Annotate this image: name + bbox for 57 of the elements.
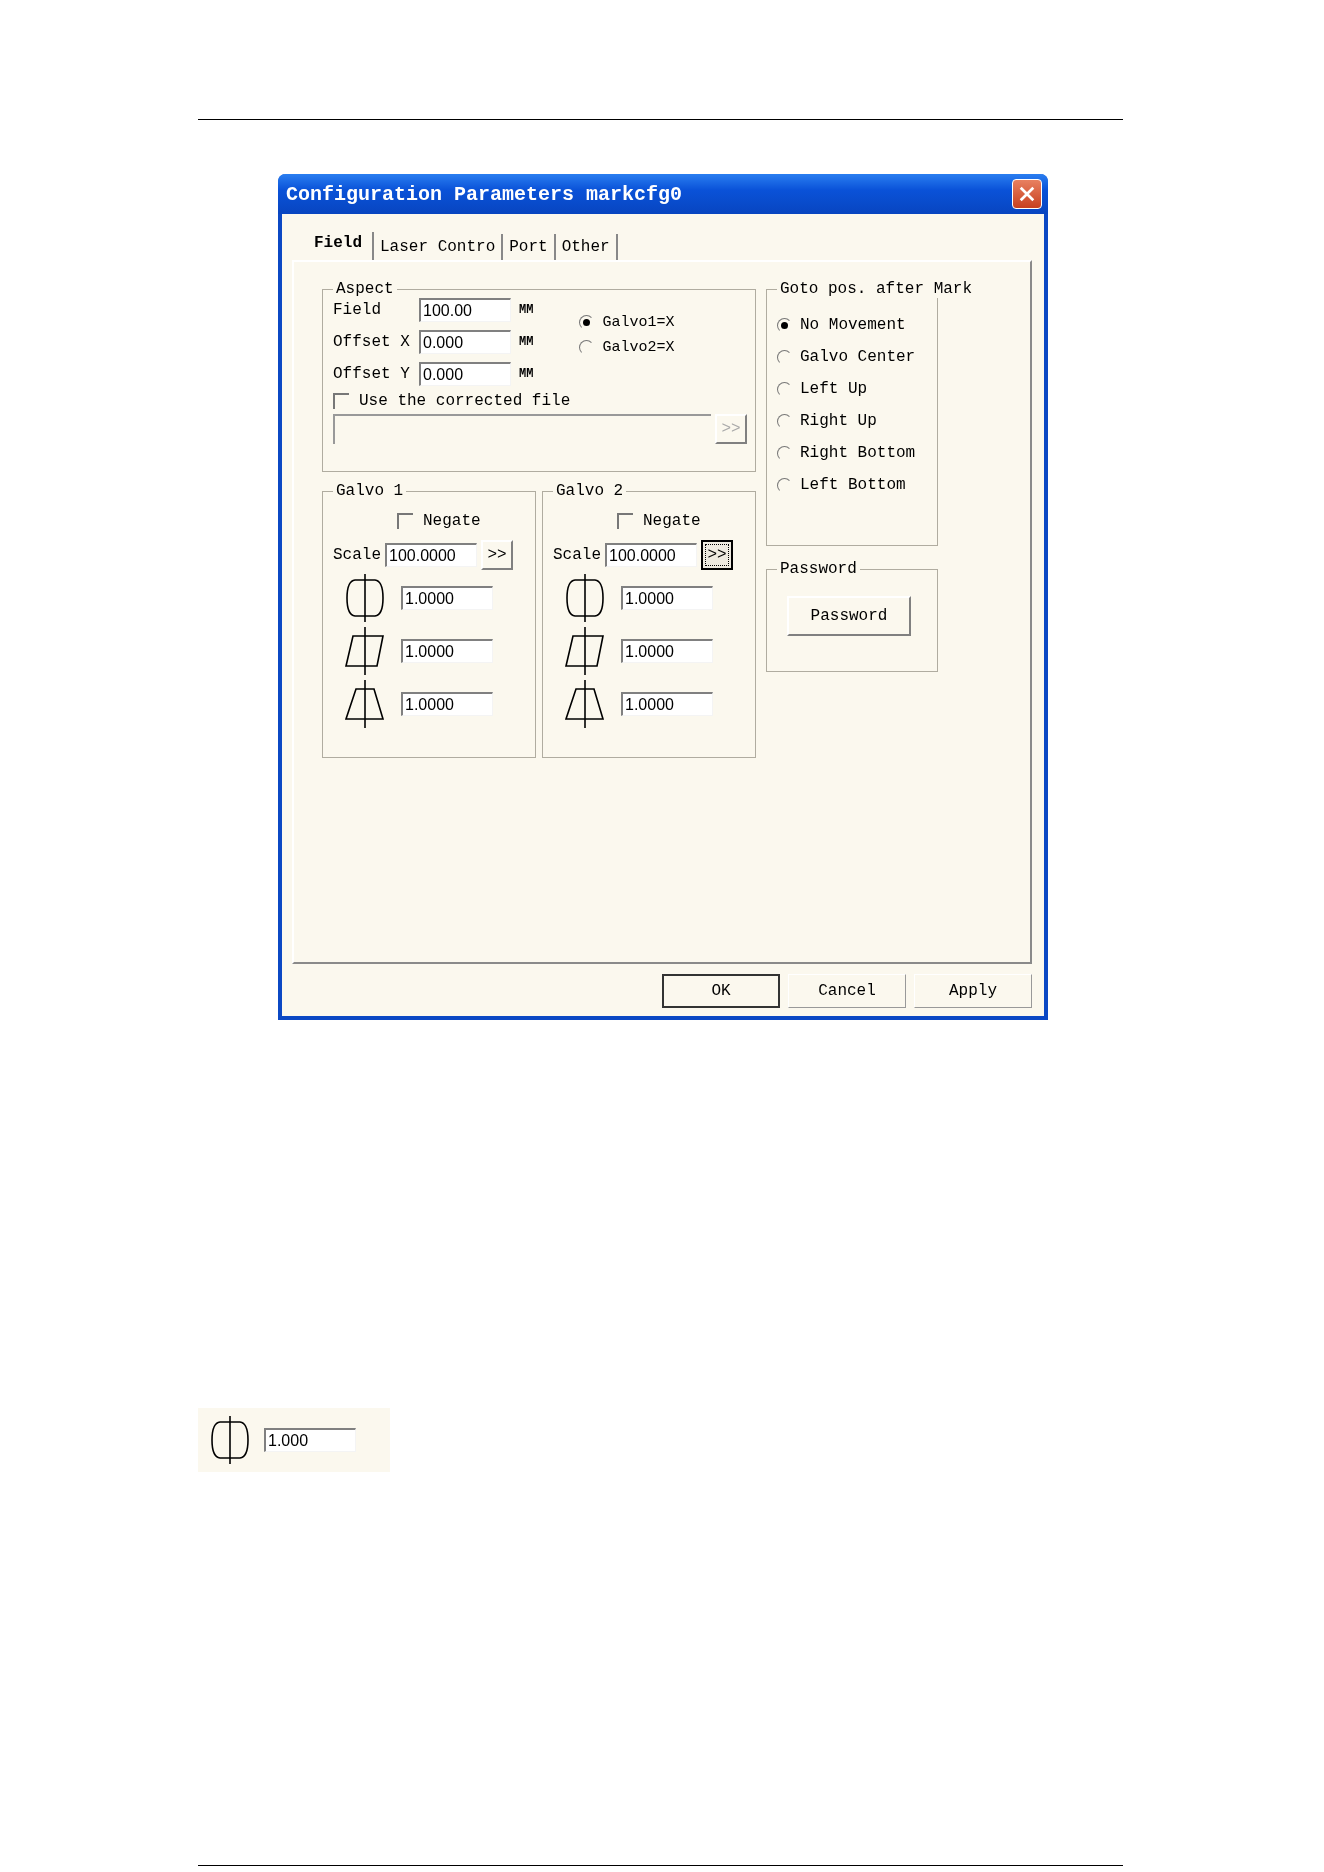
- radio-button[interactable]: Galvo1=X: [579, 314, 675, 331]
- text-field[interactable]: 100.00: [419, 298, 511, 322]
- text-field[interactable]: 100.0000: [605, 543, 697, 567]
- file-path-field[interactable]: [333, 414, 711, 444]
- radio-button[interactable]: Right Bottom: [777, 444, 929, 462]
- text-field[interactable]: 1.0000: [401, 586, 493, 610]
- text-field[interactable]: 1.0000: [621, 692, 713, 716]
- text-field[interactable]: 0.000: [419, 330, 511, 354]
- close-icon: [1018, 185, 1036, 203]
- text-field[interactable]: 1.0000: [401, 692, 493, 716]
- text-field[interactable]: 1.0000: [401, 639, 493, 663]
- barrel-distortion-icon: [563, 573, 607, 623]
- field-label: Scale: [553, 546, 601, 564]
- text-field[interactable]: 1.0000: [621, 639, 713, 663]
- radio-button[interactable]: Galvo2=X: [579, 339, 675, 356]
- field-label: Field: [333, 301, 382, 319]
- text-field[interactable]: 1.000: [264, 1428, 356, 1452]
- text-field[interactable]: 0.000: [419, 362, 511, 386]
- scale-button[interactable]: >>: [481, 540, 513, 570]
- group-title: Galvo 1: [335, 482, 405, 500]
- field-label: Offset X: [333, 333, 411, 351]
- radio-button[interactable]: No Movement: [777, 316, 929, 334]
- unit-label: MM: [519, 335, 534, 349]
- radio-button[interactable]: Left Bottom: [777, 476, 929, 494]
- trapezoid-distortion-icon: [343, 679, 387, 729]
- tab[interactable]: Other: [555, 234, 618, 260]
- tab[interactable]: Field: [306, 232, 374, 260]
- tab[interactable]: Laser Contro: [374, 234, 504, 260]
- radio-button[interactable]: Galvo Center: [777, 348, 929, 366]
- checkbox[interactable]: Negate: [617, 512, 701, 530]
- checkbox[interactable]: Use the corrected file: [333, 392, 571, 410]
- group-title: Password: [779, 560, 858, 578]
- dialog-button[interactable]: OK: [662, 974, 780, 1008]
- checkbox[interactable]: Negate: [397, 512, 481, 530]
- radio-button[interactable]: Right Up: [777, 412, 929, 430]
- field-label: Offset Y: [333, 365, 411, 383]
- group-title: Goto pos. after Mark: [779, 280, 974, 298]
- unit-label: MM: [519, 303, 534, 317]
- dialog-button[interactable]: Apply: [914, 974, 1032, 1008]
- window-title: Configuration Parameters markcfg0: [286, 182, 683, 206]
- text-field[interactable]: 100.0000: [385, 543, 477, 567]
- group-title: Galvo 2: [555, 482, 625, 500]
- parallelogram-distortion-icon: [343, 626, 387, 676]
- group-title: Aspect: [335, 280, 395, 298]
- unit-label: MM: [519, 367, 534, 381]
- password-button[interactable]: Password: [787, 596, 911, 636]
- barrel-distortion-icon: [208, 1415, 252, 1465]
- field-label: Scale: [333, 546, 381, 564]
- radio-button[interactable]: Left Up: [777, 380, 929, 398]
- barrel-distortion-icon: [343, 573, 387, 623]
- trapezoid-distortion-icon: [563, 679, 607, 729]
- close-button[interactable]: [1012, 179, 1042, 209]
- scale-button[interactable]: >>: [701, 540, 733, 570]
- text-field[interactable]: 1.0000: [621, 586, 713, 610]
- tab[interactable]: Port: [503, 234, 556, 260]
- dialog-button[interactable]: Cancel: [788, 974, 906, 1008]
- parallelogram-distortion-icon: [563, 626, 607, 676]
